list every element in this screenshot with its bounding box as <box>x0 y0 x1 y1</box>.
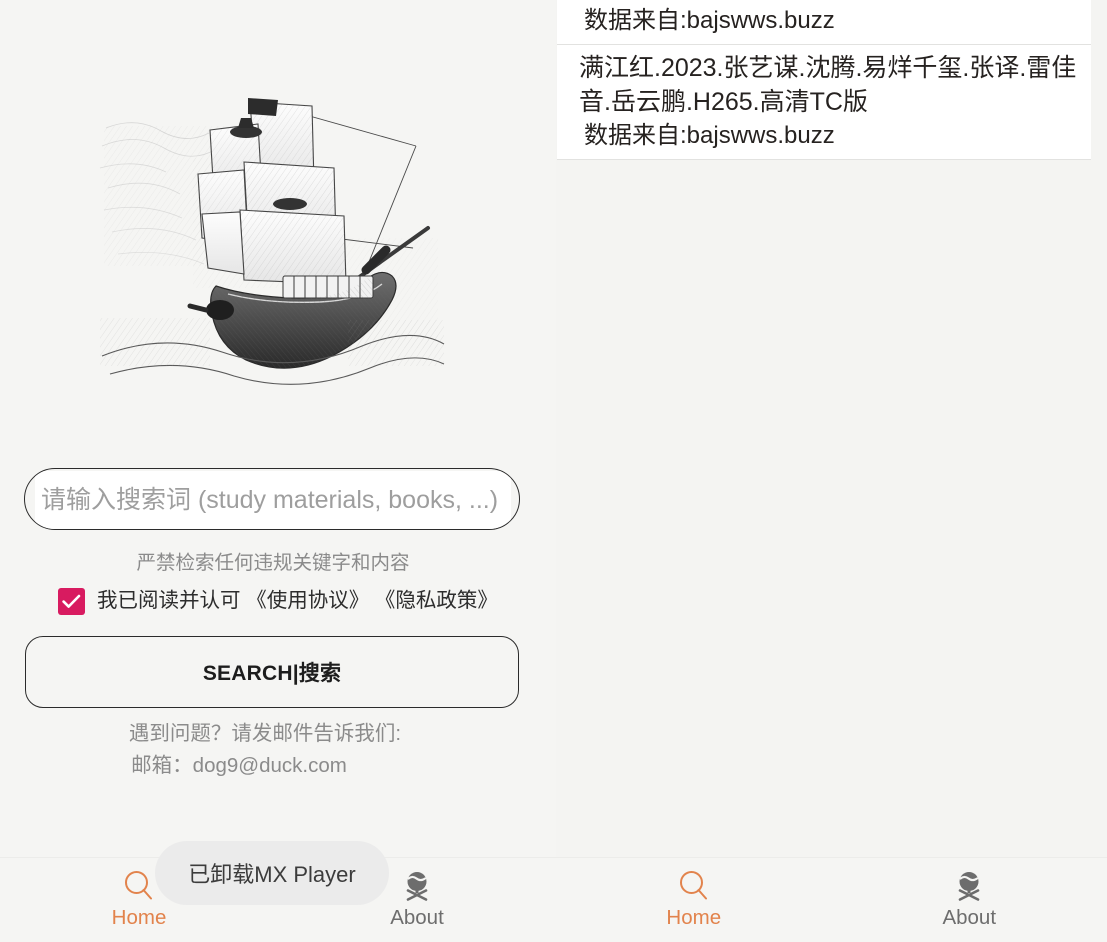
person-icon <box>958 872 980 901</box>
help-line-2: 邮箱：dog9@duck.com <box>131 754 347 777</box>
help-line-1: 遇到问题？请发邮件告诉我们: <box>128 722 402 745</box>
result-source: 数据来自:bajswws.buzz <box>584 122 835 149</box>
left-pane-home-screen: 请输入搜索词 (study materials, books, ...) 严禁检… <box>0 0 556 942</box>
check-icon <box>62 594 81 608</box>
bottom-navbar-right: Home About <box>556 857 1107 942</box>
agreement-row[interactable]: 我已阅读并认可 《使用协议》 《隐私政策》 <box>0 586 556 616</box>
nav-label-about: About <box>942 906 997 929</box>
search-icon <box>125 871 152 900</box>
result-source: 数据来自:bajswws.buzz <box>584 7 835 34</box>
app-screen: 请输入搜索词 (study materials, books, ...) 严禁检… <box>0 0 1107 942</box>
search-result-item[interactable]: 满江红.2023.张艺谋.沈腾.易烊千玺.张译.雷佳音.岳云鹏.H265.高清T… <box>557 45 1091 160</box>
sailing-ship-illustration <box>98 88 448 400</box>
search-result-item[interactable]: 满江红.2023.TC1080P.国语中字 数据来自:bajswws.buzz <box>557 0 1091 45</box>
search-input[interactable]: 请输入搜索词 (study materials, books, ...) <box>35 471 511 529</box>
nav-item-about[interactable]: About <box>832 858 1107 931</box>
nav-label-about: About <box>390 906 444 929</box>
nav-label-home: Home <box>666 906 722 929</box>
right-pane-results-screen: 满江红.2023.TC1080P.国语中字 数据来自:bajswws.buzz … <box>556 0 1107 942</box>
agreement-checkbox[interactable] <box>58 587 86 615</box>
nav-item-home[interactable]: Home <box>556 858 832 931</box>
search-button[interactable]: SEARCH|搜索 <box>25 636 519 708</box>
toast-message: 已卸载MX Player <box>155 841 389 905</box>
nav-label-home: Home <box>111 906 167 929</box>
search-results-list[interactable]: 满江红.2023.TC1080P.国语中字 数据来自:bajswws.buzz … <box>557 0 1091 160</box>
search-notice: 严禁检索任何违规关键字和内容 <box>136 552 410 574</box>
result-title: 满江红.2023.张艺谋.沈腾.易烊千玺.张译.雷佳音.岳云鹏.H265.高清T… <box>579 54 1077 116</box>
search-input-container[interactable]: 请输入搜索词 (study materials, books, ...) <box>24 468 520 530</box>
person-icon <box>406 872 428 901</box>
search-placeholder: 请输入搜索词 (study materials, books, ...) <box>41 486 499 514</box>
agreement-text[interactable]: 我已阅读并认可 《使用协议》 《隐私政策》 <box>97 586 498 616</box>
search-icon <box>679 871 707 900</box>
